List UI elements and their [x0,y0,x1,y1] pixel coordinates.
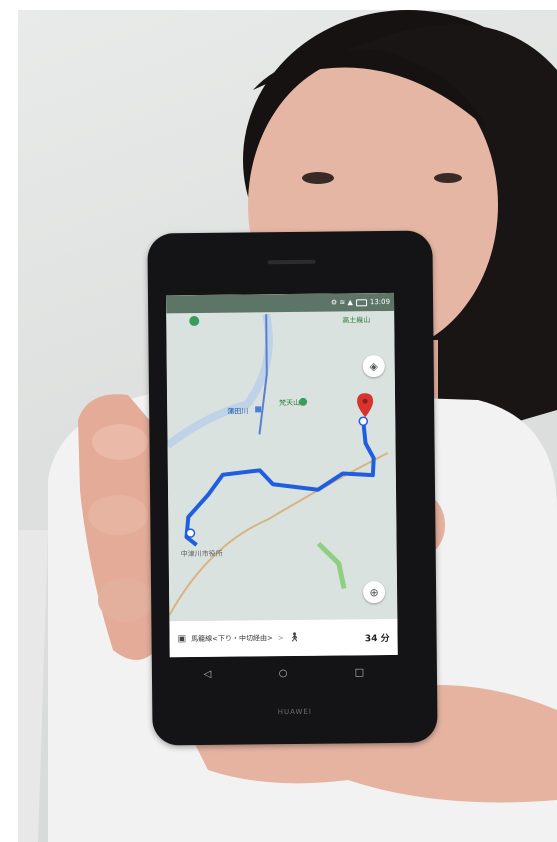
status-bar: ⚙ ≋ ▲ 13:09 [331,296,390,309]
label-mountain-center: 梵天山 [279,398,301,408]
route-destination-marker[interactable] [358,416,369,427]
layers-button[interactable]: ◈ [362,355,385,378]
status-icons: ⚙ ≋ ▲ [330,298,353,307]
label-city-office: 中津川市役所 [180,549,223,559]
compass-button[interactable]: ⊕ [362,581,386,604]
smartphone: ⚙ ≋ ▲ 13:09 高土幾山 梵天山 蒲田川 中津川市役所 ◈ ⊕ ▣ 馬籠… [147,230,438,746]
compass-icon: ⊕ [369,585,379,599]
status-time: 13:09 [369,297,391,307]
left-finger-3 [98,578,154,622]
walk-icon: 🚶︎ [288,632,301,644]
left-eye [302,172,334,184]
phone-speaker [267,259,316,265]
label-town: 蒲田川 [227,407,249,416]
map-view[interactable] [165,292,398,658]
phone-screen: ⚙ ≋ ▲ 13:09 高土幾山 梵天山 蒲田川 中津川市役所 ◈ ⊕ ▣ 馬籠… [165,292,398,658]
shirt-shadow [18,530,48,842]
recent-apps-button[interactable]: □ [355,667,365,678]
trip-duration: 34 分 [364,633,390,644]
phone-brand: HUAWEI [277,707,312,717]
photo: ⚙ ≋ ▲ 13:09 高土幾山 梵天山 蒲田川 中津川市役所 ◈ ⊕ ▣ 馬籠… [18,10,557,842]
layers-icon: ◈ [369,359,379,373]
bus-icon: ▣ [177,634,187,645]
android-nav-bar: ◁ ○ □ [170,659,398,687]
left-finger-1 [92,424,148,460]
label-mountain-top: 高土幾山 [342,316,371,325]
route-separator: > [277,634,284,643]
directions-bar[interactable]: ▣ 馬籠線<下り・中切経由> > 🚶︎ 34 分 [169,618,398,658]
battery-icon [355,298,367,306]
route-name: 馬籠線<下り・中切経由> [191,634,273,644]
right-eye [434,173,462,183]
left-finger-2 [88,495,148,535]
back-button[interactable]: ◁ [204,668,212,679]
home-button[interactable]: ○ [279,668,288,679]
route-origin-marker[interactable] [185,528,196,538]
station-icon[interactable] [255,406,262,413]
